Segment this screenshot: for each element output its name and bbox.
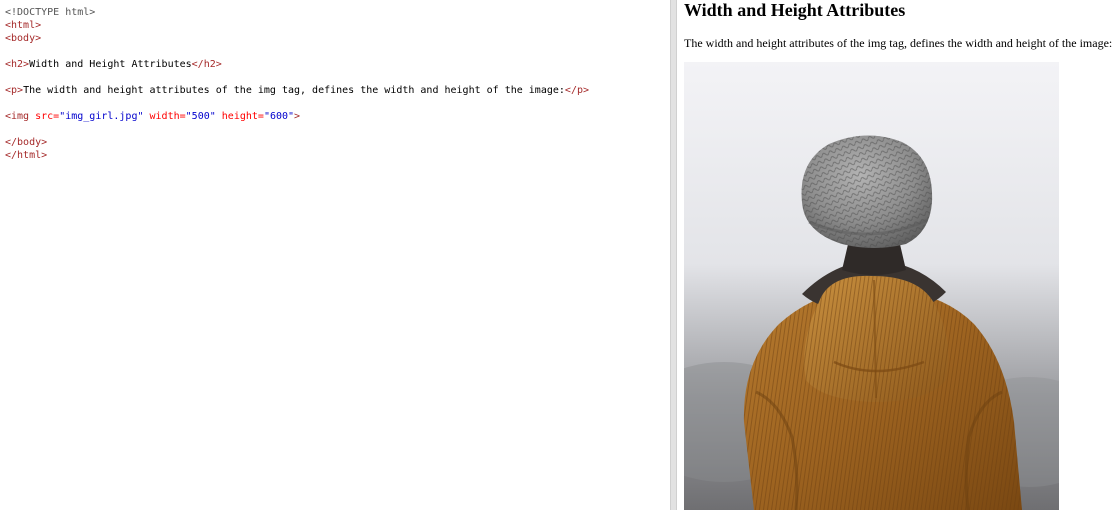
code-token-tag: </body>	[5, 137, 48, 148]
code-editor-content[interactable]: <!DOCTYPE html> <html> <body> <h2>Width and…	[5, 6, 589, 162]
result-preview-pane: Width and Height Attributes The width an…	[677, 0, 1113, 510]
preview-heading: Width and Height Attributes	[684, 0, 906, 20]
code-token-val: "600"	[263, 111, 295, 122]
code-token-text: The width and height attributes of the i…	[23, 85, 565, 96]
preview-image	[684, 62, 1059, 510]
code-token-attr: src=	[29, 111, 60, 122]
code-token-tag: </p>	[564, 85, 590, 96]
code-token-attr: width=	[143, 111, 186, 122]
code-token-tag: <html>	[5, 20, 42, 31]
code-line: <body>	[5, 32, 589, 45]
code-editor-pane[interactable]: <!DOCTYPE html> <html> <body> <h2>Width and…	[0, 0, 670, 510]
preview-paragraph: The width and height attributes of the i…	[684, 36, 1113, 50]
photo-person-image-icon	[684, 62, 1059, 510]
code-token-attr: height=	[215, 111, 264, 122]
code-token-tag: </html>	[5, 150, 48, 161]
code-token-tag: <body>	[5, 33, 42, 44]
code-line: <img src="img_girl.jpg" width="500" heig…	[5, 110, 589, 123]
code-token-tag: >	[294, 111, 301, 122]
code-token-tag: <img	[5, 111, 30, 122]
code-line: <p>The width and height attributes of th…	[5, 84, 589, 97]
code-line: <h2>Width and Height Attributes</h2>	[5, 58, 589, 71]
pane-resize-divider[interactable]	[670, 0, 677, 510]
code-token-val: "500"	[185, 111, 216, 122]
code-line: <!DOCTYPE html>	[5, 6, 589, 19]
code-token-tag: </h2>	[191, 59, 222, 70]
tryit-editor-window: <!DOCTYPE html> <html> <body> <h2>Width and…	[0, 0, 1113, 510]
code-token-tag: <p>	[5, 85, 24, 96]
code-token-val: "img_girl.jpg"	[59, 111, 144, 122]
code-token-text: Width and Height Attributes	[29, 59, 192, 70]
code-line: <html>	[5, 19, 589, 32]
code-line: </html>	[5, 149, 589, 162]
code-line: </body>	[5, 136, 589, 149]
code-token-doctype: <!DOCTYPE html>	[5, 7, 96, 18]
code-token-tag: <h2>	[5, 59, 30, 70]
